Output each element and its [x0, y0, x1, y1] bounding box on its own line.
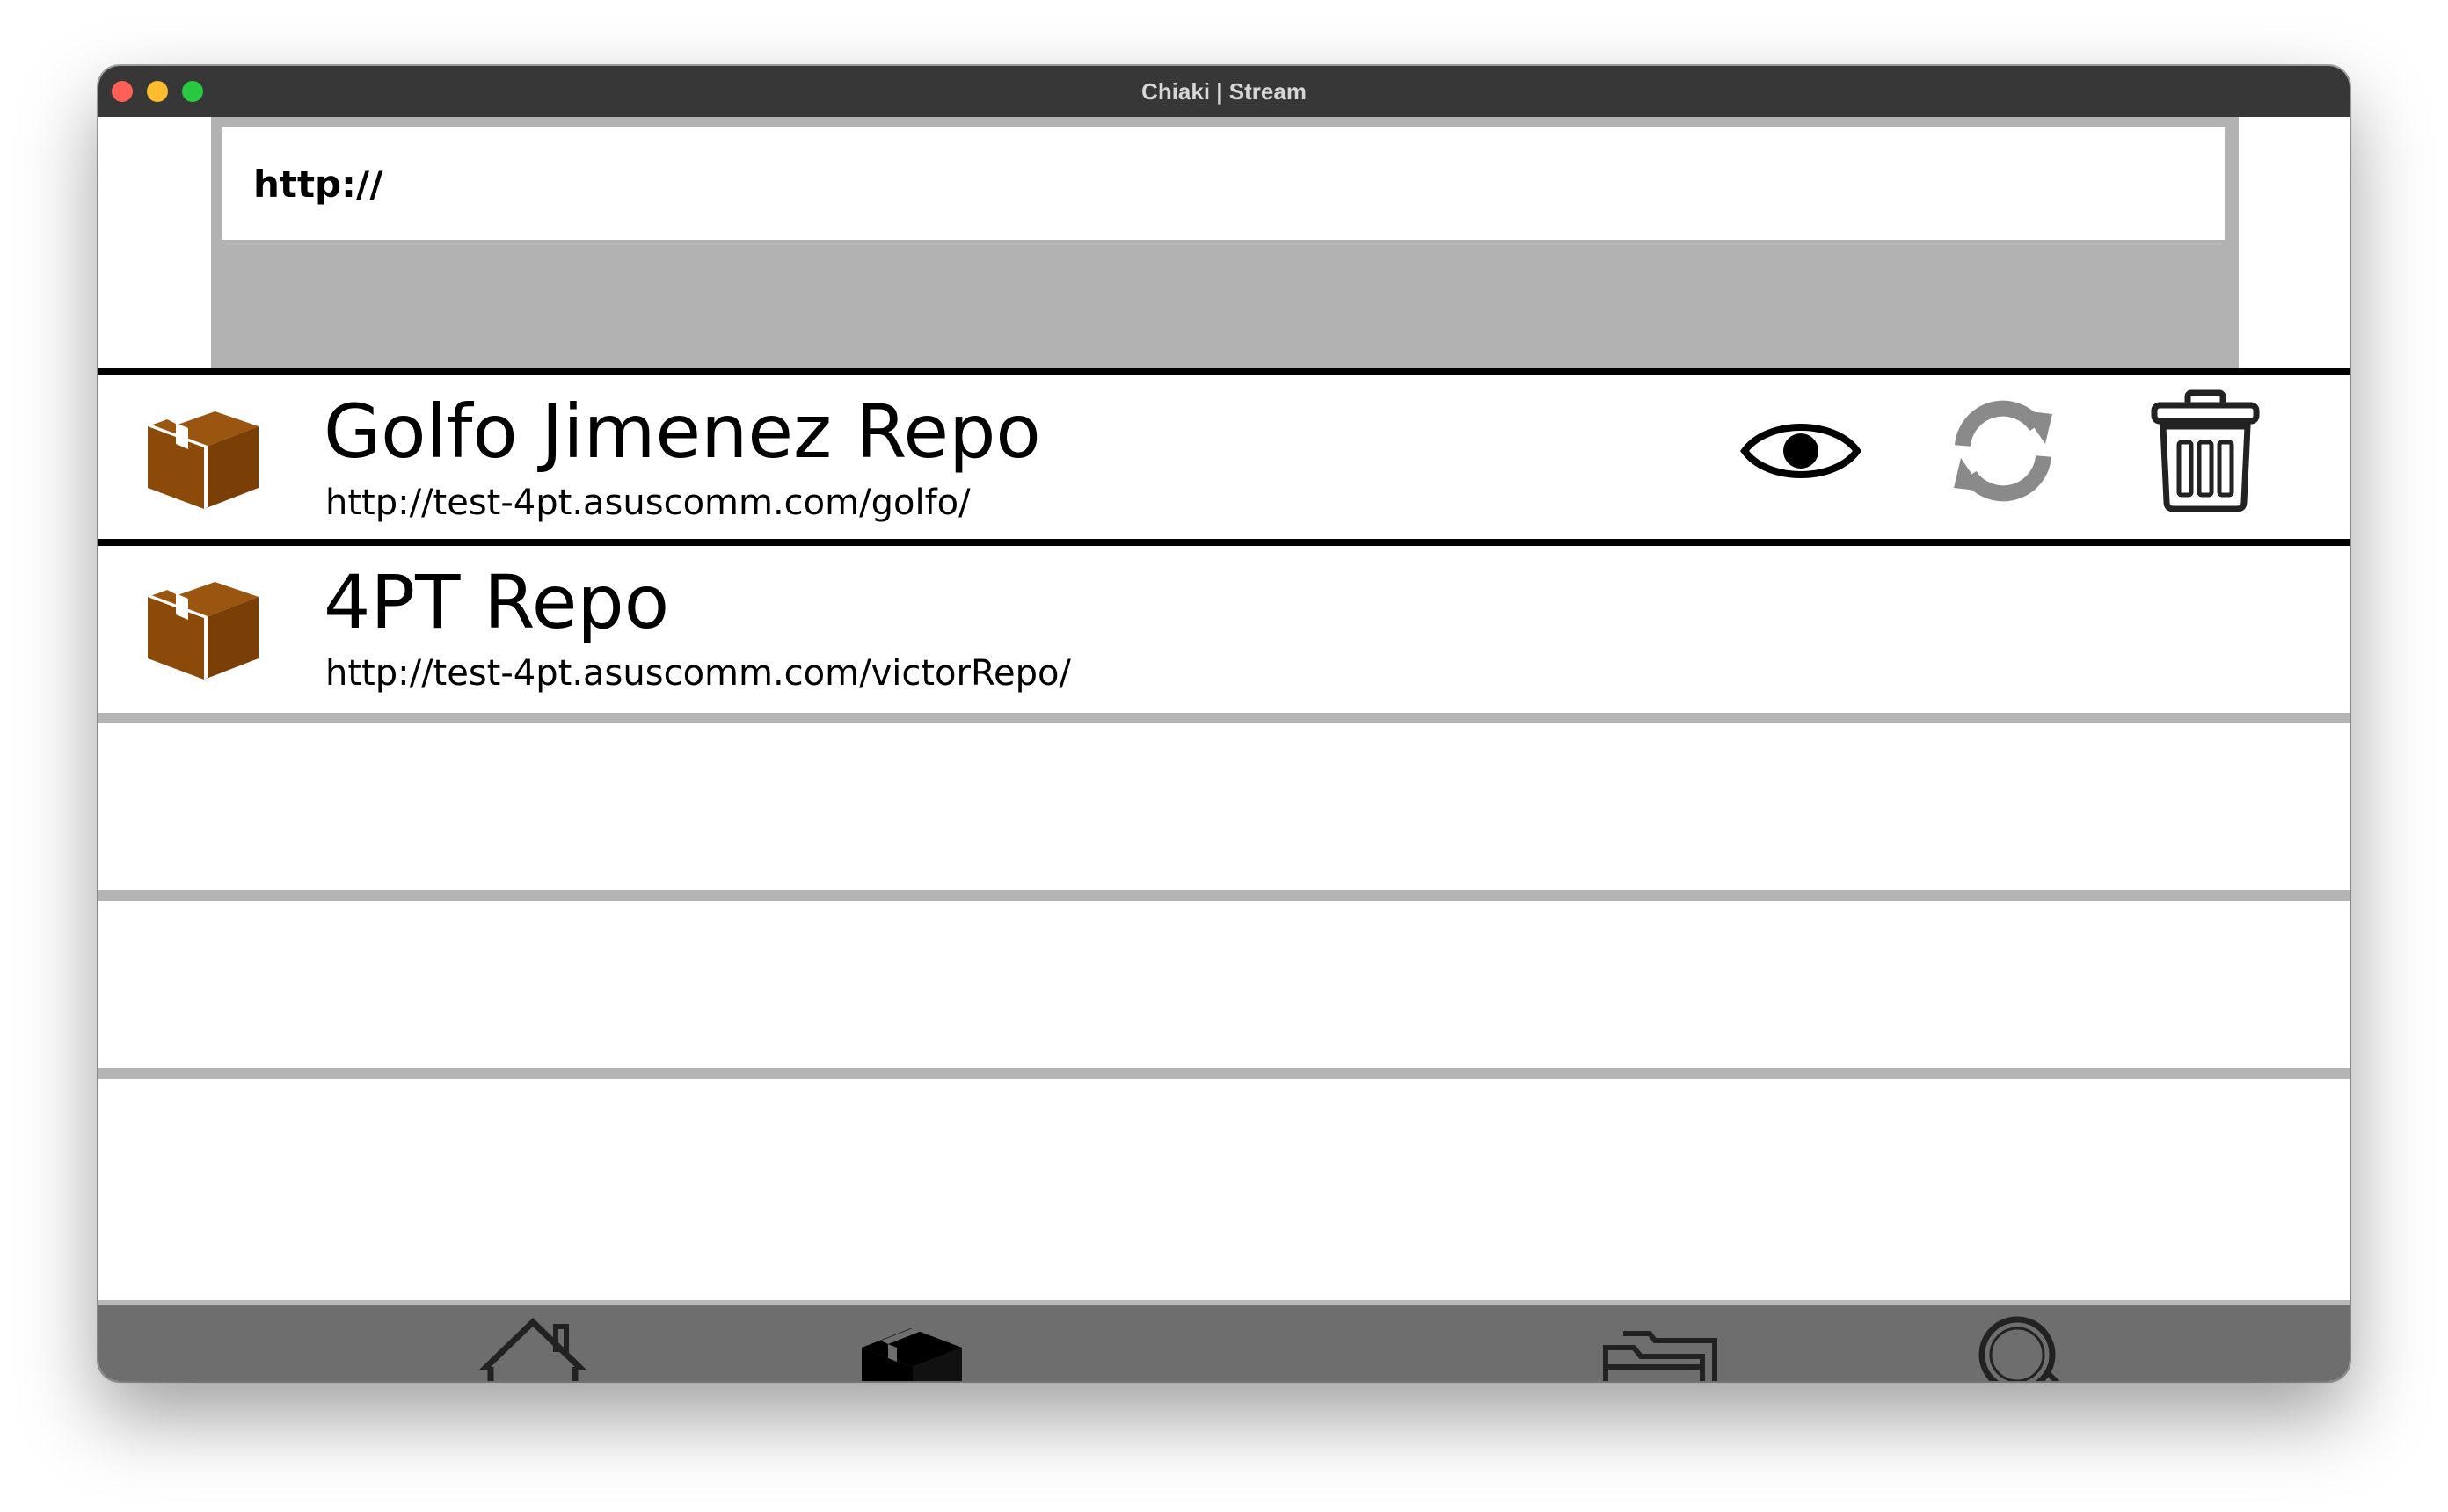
eye-icon[interactable] — [1739, 389, 1862, 512]
bottom-nav-bar — [98, 1300, 2350, 1381]
package-box-icon — [148, 400, 259, 509]
app-content: Golfo Jimenez Repo http://test-4pt.asusc… — [98, 117, 2350, 1381]
repo-url-input[interactable] — [222, 127, 2225, 240]
empty-row — [98, 723, 2350, 901]
home-icon[interactable] — [471, 1312, 594, 1381]
window-title: Chiaki | Stream — [1141, 78, 1307, 105]
package-icon[interactable] — [849, 1312, 973, 1381]
folders-icon[interactable] — [1599, 1312, 1722, 1381]
title-bar[interactable]: Chiaki | Stream — [98, 66, 2350, 117]
repo-row-golfo[interactable]: Golfo Jimenez Repo http://test-4pt.asusc… — [98, 368, 2350, 546]
repo-url: http://test-4pt.asuscomm.com/golfo/ — [325, 483, 971, 523]
refresh-icon[interactable] — [1942, 389, 2065, 512]
empty-row — [98, 901, 2350, 1079]
repo-name: Golfo Jimenez Repo — [324, 389, 1041, 475]
repo-name: 4PT Repo — [324, 559, 670, 645]
package-box-icon — [148, 571, 259, 680]
url-panel — [211, 117, 2239, 368]
app-window: Chiaki | Stream http:// Golfo Jimenez Re… — [98, 66, 2350, 1381]
search-icon[interactable] — [1971, 1312, 2095, 1381]
repo-url: http://test-4pt.asuscomm.com/victorRepo/ — [325, 653, 1071, 694]
screen: Chiaki | Stream http:// Golfo Jimenez Re… — [0, 0, 2448, 1512]
repo-row-4pt[interactable]: 4PT Repo http://test-4pt.asuscomm.com/vi… — [98, 546, 2350, 723]
repo-list: Golfo Jimenez Repo http://test-4pt.asusc… — [98, 368, 2350, 1079]
trash-icon[interactable] — [2144, 389, 2267, 512]
